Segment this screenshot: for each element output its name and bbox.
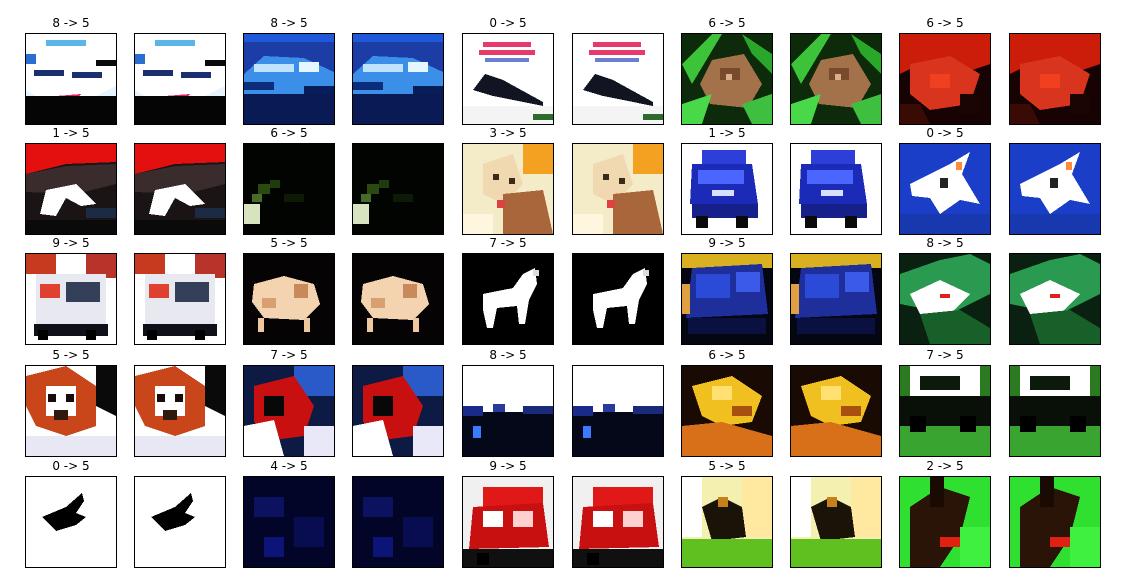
adversarial-image <box>572 253 664 345</box>
adversarial-image <box>572 33 664 125</box>
pair-title: 2 -> 5 <box>926 459 964 473</box>
pair-title: 0 -> 5 <box>926 126 964 140</box>
original-image <box>25 143 117 235</box>
pair-title: 1 -> 5 <box>52 126 90 140</box>
pair-title: 8 -> 5 <box>52 16 90 30</box>
adversarial-image <box>352 33 444 125</box>
adversarial-image <box>134 365 226 457</box>
original-image <box>681 143 773 235</box>
original-image <box>462 253 554 345</box>
original-image <box>25 365 117 457</box>
original-image <box>243 365 335 457</box>
adversarial-image <box>1009 143 1101 235</box>
pair-title: 8 -> 5 <box>926 236 964 250</box>
pair-title: 0 -> 5 <box>52 459 90 473</box>
pair-title: 1 -> 5 <box>708 126 746 140</box>
original-image <box>25 253 117 345</box>
adversarial-image <box>352 365 444 457</box>
original-image <box>243 253 335 345</box>
original-image <box>681 253 773 345</box>
original-image <box>462 476 554 568</box>
adversarial-image <box>790 143 882 235</box>
adversarial-image <box>572 365 664 457</box>
original-image <box>899 33 991 125</box>
adversarial-image <box>790 253 882 345</box>
pair-title: 9 -> 5 <box>489 459 527 473</box>
adversarial-image <box>790 33 882 125</box>
adversarial-image <box>134 33 226 125</box>
adversarial-image <box>572 476 664 568</box>
pair-title: 5 -> 5 <box>708 459 746 473</box>
original-image <box>462 143 554 235</box>
original-image <box>899 143 991 235</box>
original-image <box>25 33 117 125</box>
original-image <box>462 33 554 125</box>
pair-title: 9 -> 5 <box>52 236 90 250</box>
original-image <box>243 476 335 568</box>
adversarial-image <box>134 143 226 235</box>
pair-title: 6 -> 5 <box>270 126 308 140</box>
pair-title: 4 -> 5 <box>270 459 308 473</box>
adversarial-image <box>572 143 664 235</box>
original-image <box>899 365 991 457</box>
pair-title: 7 -> 5 <box>270 348 308 362</box>
pair-title: 6 -> 5 <box>708 16 746 30</box>
adversarial-image <box>790 365 882 457</box>
pair-title: 8 -> 5 <box>489 348 527 362</box>
original-image <box>681 476 773 568</box>
adversarial-example-grid: 8 -> 5 8 -> 5 0 -> 5 6 -> 5 6 -> 5 1 -> 5 6 ->… <box>0 0 1131 574</box>
pair-title: 6 -> 5 <box>926 16 964 30</box>
pair-title: 5 -> 5 <box>270 236 308 250</box>
adversarial-image <box>1009 253 1101 345</box>
original-image <box>899 476 991 568</box>
adversarial-image <box>134 253 226 345</box>
adversarial-image <box>1009 33 1101 125</box>
original-image <box>462 365 554 457</box>
original-image <box>681 365 773 457</box>
adversarial-image <box>790 476 882 568</box>
original-image <box>681 33 773 125</box>
original-image <box>243 33 335 125</box>
adversarial-image <box>352 253 444 345</box>
pair-title: 6 -> 5 <box>708 348 746 362</box>
pair-title: 3 -> 5 <box>489 126 527 140</box>
pair-title: 5 -> 5 <box>52 348 90 362</box>
pair-title: 8 -> 5 <box>270 16 308 30</box>
adversarial-image <box>1009 476 1101 568</box>
adversarial-image <box>134 476 226 568</box>
original-image <box>243 143 335 235</box>
pair-title: 9 -> 5 <box>708 236 746 250</box>
pair-title: 7 -> 5 <box>489 236 527 250</box>
pair-title: 7 -> 5 <box>926 348 964 362</box>
pair-title: 0 -> 5 <box>489 16 527 30</box>
original-image <box>25 476 117 568</box>
adversarial-image <box>352 476 444 568</box>
original-image <box>899 253 991 345</box>
adversarial-image <box>352 143 444 235</box>
adversarial-image <box>1009 365 1101 457</box>
